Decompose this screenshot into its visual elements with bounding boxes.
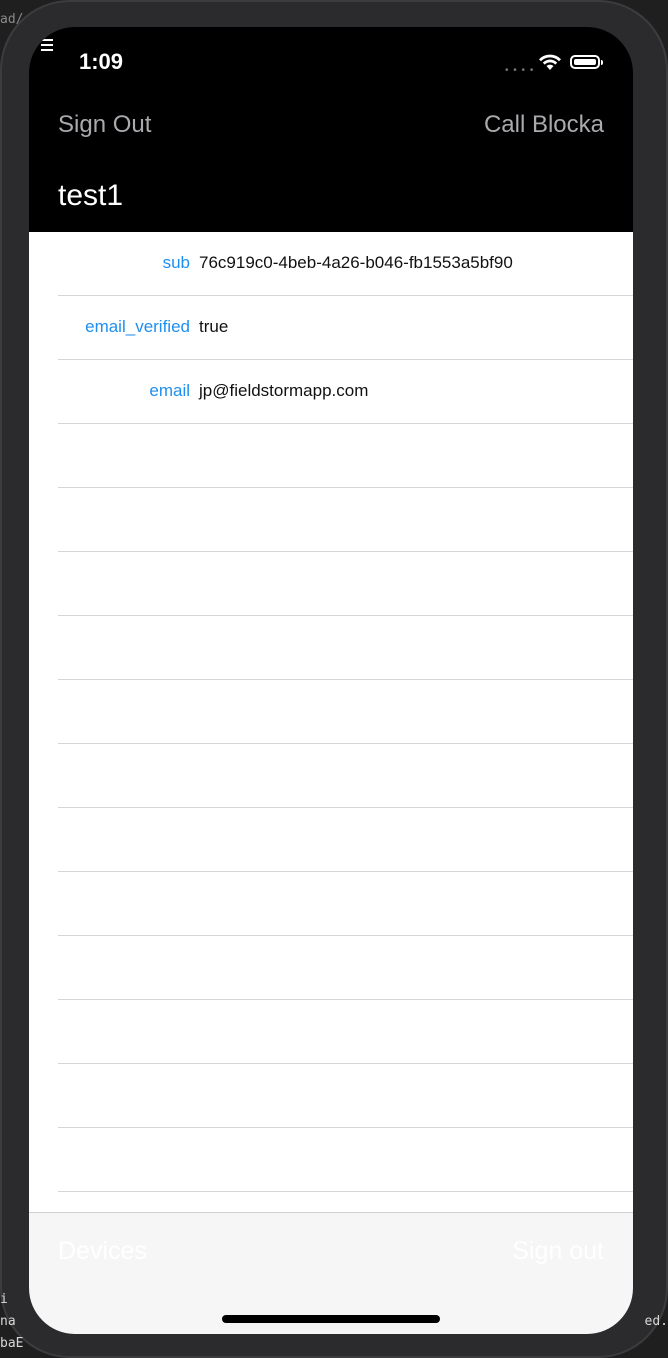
sign-out-tab-button[interactable]: Sign out [512,1237,604,1266]
attribute-key: email [149,381,190,400]
table-row[interactable]: email_verified true [58,296,633,360]
empty-row [58,680,633,744]
attribute-value: true [199,317,229,336]
tab-bar: Devices Sign out [29,1212,633,1334]
empty-row [58,936,633,1000]
cellular-signal-icon: • • • • [505,65,535,76]
table-row[interactable]: sub 76c919c0-4beb-4a26-b046-fb1553a5bf90 [58,232,633,296]
background-text-bottom-left-2: na [0,1314,16,1329]
devices-button[interactable]: Devices [58,1237,147,1266]
empty-row [58,424,633,488]
empty-row [58,488,633,552]
empty-row [58,1128,633,1192]
page-title: test1 [58,179,124,212]
call-blocka-button[interactable]: Call Blocka [484,111,604,139]
attribute-value: 76c919c0-4beb-4a26-b046-fb1553a5bf90 [199,253,513,272]
battery-icon [570,55,603,69]
app-screen: 1:09 • • • • Sign Out Call Blocka test1 … [29,27,633,1334]
background-text-bottom-right: ed. [644,1314,668,1329]
attributes-table: sub 76c919c0-4beb-4a26-b046-fb1553a5bf90… [29,232,633,1212]
device-notch [163,27,499,75]
navigation-bar: Sign Out Call Blocka test1 [29,97,633,232]
menu-icon [41,39,53,54]
attribute-value: jp@fieldstormapp.com [199,381,369,400]
empty-row [58,1064,633,1128]
attribute-key: email_verified [85,317,190,336]
background-text-bottom-left-1: i [0,1292,8,1307]
empty-row [58,744,633,808]
empty-row [58,872,633,936]
table-row[interactable]: email jp@fieldstormapp.com [58,360,633,424]
home-indicator [222,1315,440,1323]
background-text-bottom-left-3: baE [0,1336,24,1351]
empty-row [58,808,633,872]
attribute-key: sub [162,253,190,272]
wifi-icon [539,54,561,70]
status-time: 1:09 [79,49,124,74]
empty-row [58,1000,633,1064]
empty-row [58,616,633,680]
sign-out-button[interactable]: Sign Out [58,111,151,139]
empty-row [58,552,633,616]
iphone-frame: 1:09 • • • • Sign Out Call Blocka test1 … [0,0,668,1358]
